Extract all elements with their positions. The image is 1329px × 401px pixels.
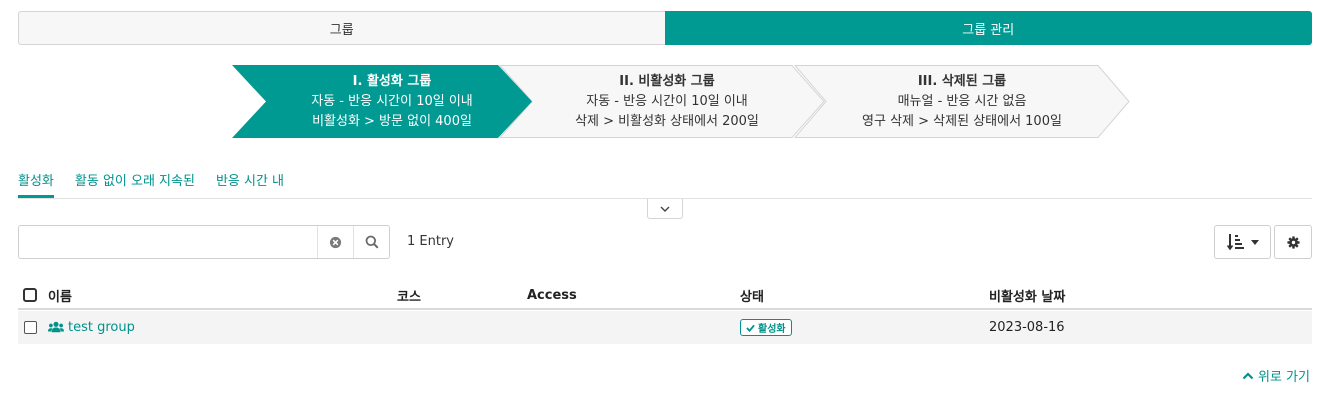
sort-amount-icon [1226, 234, 1244, 251]
column-header-deactivation-date[interactable]: 비활성화 날짜 [989, 282, 1065, 308]
group-name: test group [68, 320, 135, 335]
users-icon [48, 321, 64, 333]
caret-down-icon [1250, 239, 1259, 245]
stage-2-line2: 삭제 > 비활성화 상태에서 200일 [575, 113, 759, 129]
stage-3-line2: 영구 삭제 > 삭제된 상태에서 100일 [862, 113, 1062, 129]
name-cell: test group [48, 311, 135, 344]
circle-x-icon [329, 236, 342, 248]
column-header-name[interactable]: 이름 [48, 282, 72, 308]
tab-active[interactable]: 활성화 [18, 170, 54, 198]
status-cell: 활성화 [740, 311, 792, 344]
search-box [18, 225, 390, 259]
back-to-top-label: 위로 가기 [1258, 370, 1310, 385]
table-header: 이름 코스 Access 상태 비활성화 날짜 [18, 282, 1312, 310]
select-all-checkbox[interactable] [23, 288, 37, 302]
sort-button[interactable] [1214, 225, 1271, 259]
column-header-status[interactable]: 상태 [740, 282, 764, 308]
group-name-link[interactable]: test group [48, 320, 135, 335]
search-button[interactable] [353, 226, 389, 258]
search-input[interactable] [19, 226, 317, 258]
magnifier-icon [365, 235, 379, 249]
lifecycle-stages: I. 활성화 그룹 자동 - 반응 시간이 10일 이내 비활성화 > 방문 없… [232, 65, 1132, 138]
tab-within-response-time[interactable]: 반응 시간 내 [216, 170, 284, 198]
stage-1-line2: 비활성화 > 방문 없이 400일 [312, 113, 472, 129]
stage-3-line1: 매뉴얼 - 반응 시간 없음 [897, 93, 1027, 109]
stage-1-text: I. 활성화 그룹 자동 - 반응 시간이 10일 이내 비활성화 > 방문 없… [272, 65, 512, 138]
select-all-cell [23, 282, 37, 308]
tab-groups[interactable]: 그룹 [18, 11, 665, 45]
back-to-top-link[interactable]: 위로 가기 [1242, 366, 1310, 385]
gear-icon [1286, 235, 1300, 249]
table-row: test group 활성화 2023-08-16 [18, 311, 1312, 344]
row-checkbox[interactable] [24, 321, 37, 334]
deactivation-date-cell: 2023-08-16 [989, 320, 1065, 335]
status-badge: 활성화 [740, 319, 792, 336]
clear-search-button[interactable] [317, 226, 353, 258]
tab-group-management[interactable]: 그룹 관리 [664, 11, 1312, 45]
chevron-up-icon [1242, 371, 1254, 379]
chevron-down-icon [660, 206, 670, 212]
top-tab-bar: 그룹 그룹 관리 [18, 11, 1312, 45]
settings-button[interactable] [1274, 225, 1312, 259]
status-label: 활성화 [758, 324, 786, 335]
column-header-course[interactable]: 코스 [397, 282, 421, 308]
collapse-toggle-button[interactable] [647, 199, 683, 219]
stage-3-text: III. 삭제된 그룹 매뉴얼 - 반응 시간 없음 영구 삭제 > 삭제된 상… [832, 65, 1092, 138]
filter-tabs: 활성화 활동 없이 오래 지속된 반응 시간 내 [18, 170, 284, 198]
entry-count: 1 Entry [407, 234, 454, 249]
check-icon [746, 324, 755, 332]
stage-2-text: II. 비활성화 그룹 자동 - 반응 시간이 10일 이내 삭제 > 비활성화… [552, 65, 782, 138]
stage-3-title: III. 삭제된 그룹 [917, 73, 1007, 89]
column-header-access[interactable]: Access [527, 282, 577, 308]
row-select-cell [24, 311, 37, 344]
stage-1-title: I. 활성화 그룹 [352, 73, 432, 89]
stage-2-line1: 자동 - 반응 시간이 10일 이내 [586, 93, 748, 109]
stage-1-line1: 자동 - 반응 시간이 10일 이내 [311, 93, 473, 109]
tab-long-inactive[interactable]: 활동 없이 오래 지속된 [75, 170, 195, 198]
stage-2-title: II. 비활성화 그룹 [619, 73, 715, 89]
